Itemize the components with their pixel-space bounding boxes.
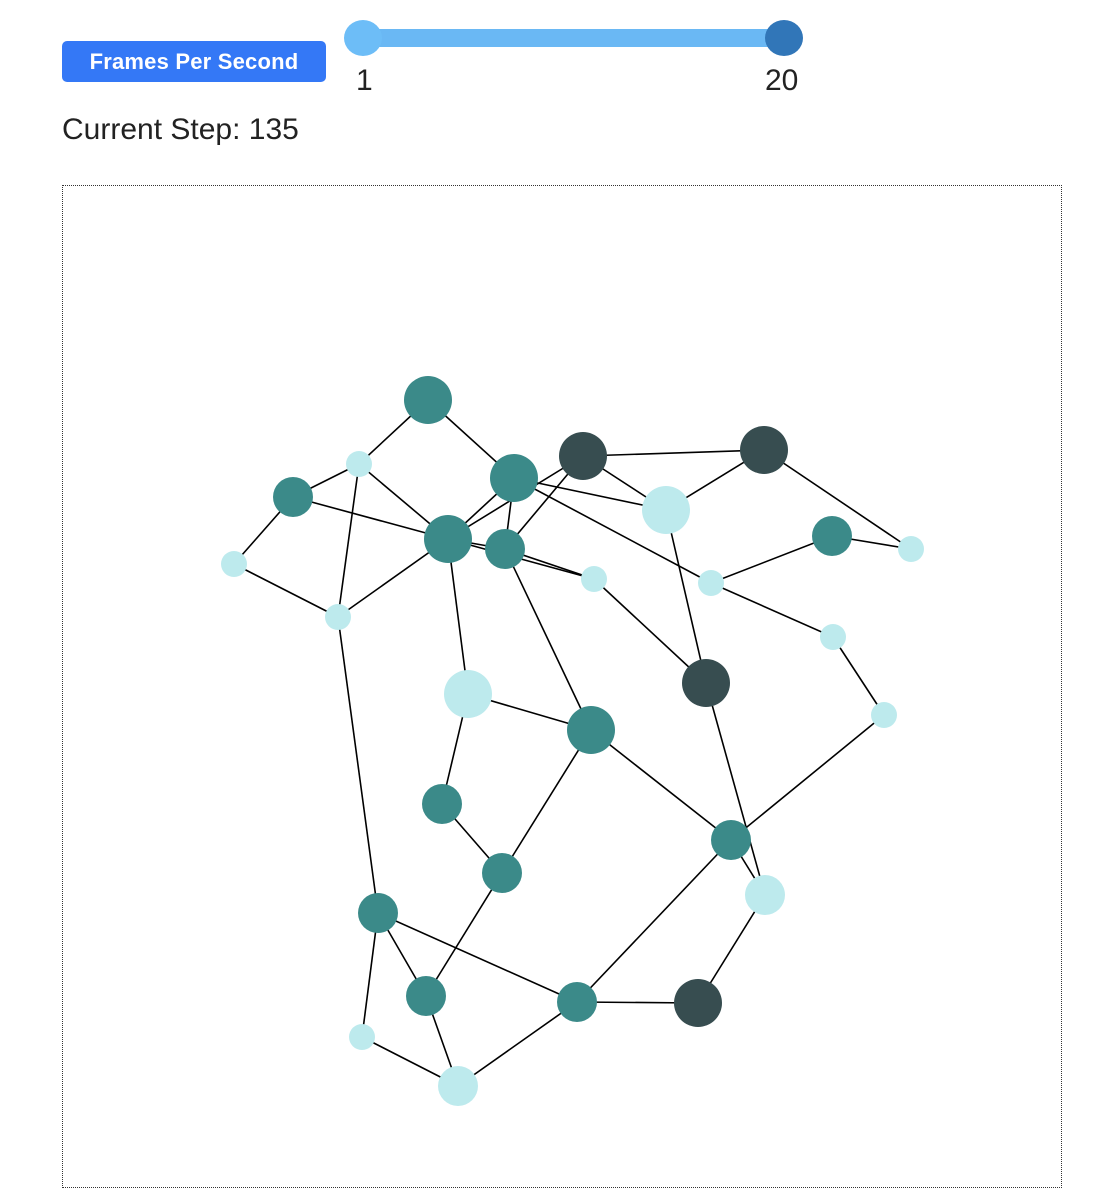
graph-edge xyxy=(504,548,592,731)
graph-node-teal xyxy=(424,515,472,563)
graph-edge xyxy=(710,582,834,638)
graph-edge xyxy=(457,1001,578,1087)
graph-node-light xyxy=(325,604,351,630)
graph-node-teal xyxy=(711,820,751,860)
graph-edge xyxy=(292,496,449,540)
graph-node-teal xyxy=(358,893,398,933)
graph-node-teal xyxy=(273,477,313,517)
graph-node-teal xyxy=(406,976,446,1016)
graph-node-light xyxy=(698,570,724,596)
nodes-layer xyxy=(221,376,924,1106)
graph-edge xyxy=(576,839,732,1003)
graph-node-light xyxy=(221,551,247,577)
graph-edge xyxy=(832,636,885,716)
graph-edge xyxy=(730,714,885,841)
graph-edge xyxy=(425,872,503,997)
graph-node-teal xyxy=(812,516,852,556)
graph-node-teal xyxy=(404,376,452,424)
graph-node-dark xyxy=(559,432,607,480)
graph-node-dark xyxy=(740,426,788,474)
graph-node-light xyxy=(346,451,372,477)
graph-node-dark xyxy=(682,659,730,707)
graph-node-teal xyxy=(485,529,525,569)
graph-edge xyxy=(665,509,707,684)
graph-node-light xyxy=(820,624,846,650)
graph-canvas xyxy=(62,185,1062,1188)
graph-edge xyxy=(590,729,732,841)
graph-node-teal xyxy=(557,982,597,1022)
graph-node-teal xyxy=(422,784,462,824)
network-simulation-page: Frames Per Second 1 20 Current Step: 135 xyxy=(0,0,1100,1198)
graph-node-light xyxy=(871,702,897,728)
graph-edge xyxy=(582,449,765,457)
graph-edge xyxy=(233,563,339,618)
network-graph xyxy=(221,376,924,1106)
graph-node-light xyxy=(438,1066,478,1106)
graph-node-light xyxy=(898,536,924,562)
graph-node-teal xyxy=(567,706,615,754)
graph-node-light xyxy=(642,486,690,534)
graph-edge xyxy=(337,616,379,914)
graph-node-teal xyxy=(482,853,522,893)
graph-edge xyxy=(501,729,592,874)
graph-node-dark xyxy=(674,979,722,1027)
graph-edge xyxy=(337,463,360,618)
graph-node-light xyxy=(745,875,785,915)
graph-node-light xyxy=(349,1024,375,1050)
graph-edge xyxy=(705,682,766,896)
graph-node-light xyxy=(444,670,492,718)
graph-node-teal xyxy=(490,454,538,502)
graph-node-light xyxy=(581,566,607,592)
